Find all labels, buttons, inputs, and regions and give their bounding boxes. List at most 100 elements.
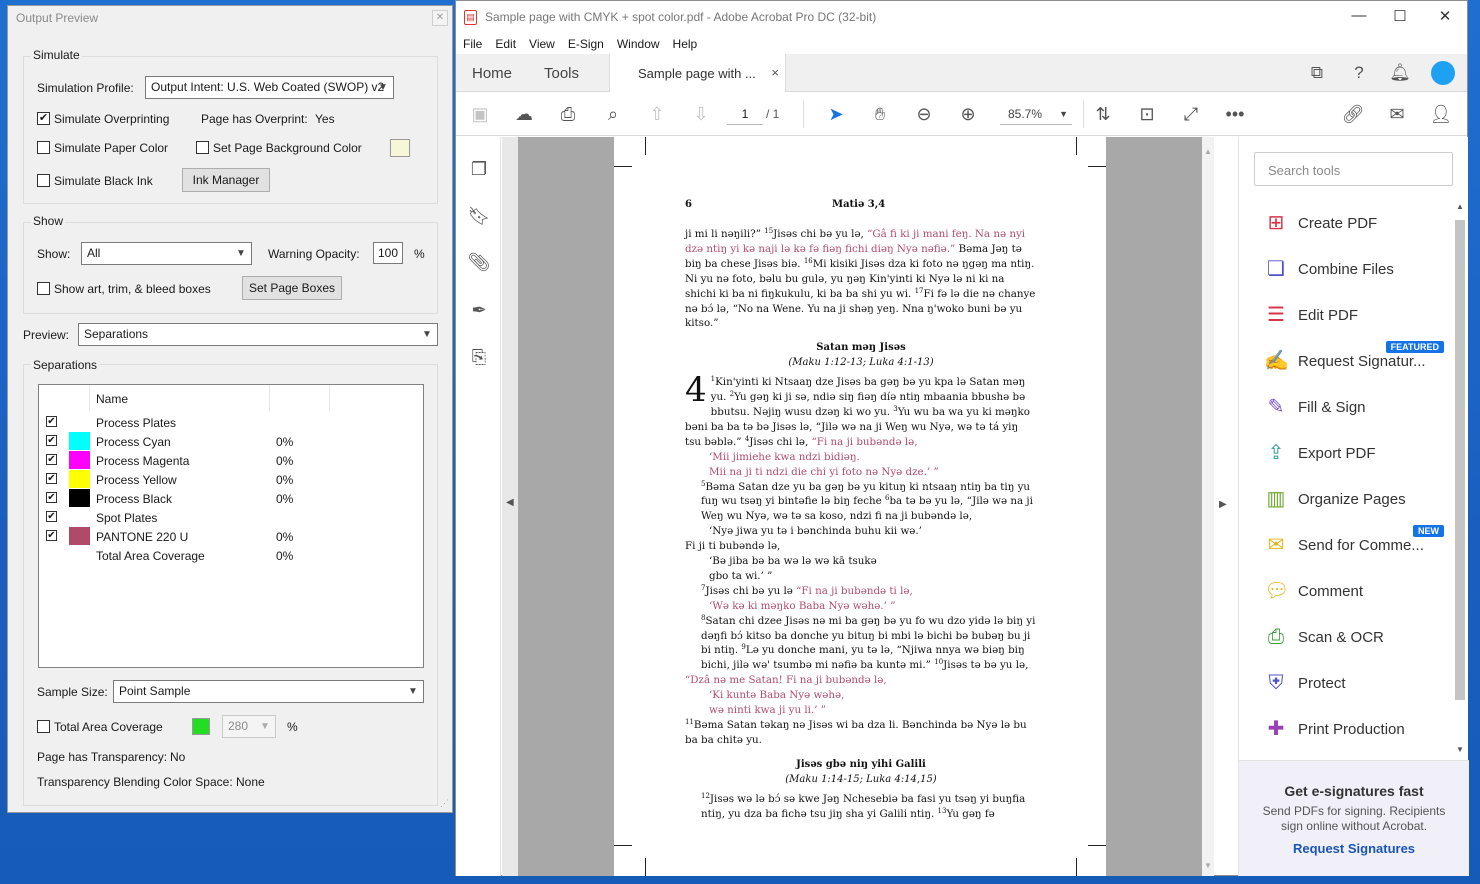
- scroll-down-icon[interactable]: ▼: [1456, 745, 1464, 754]
- tool-edit-pdf[interactable]: ☰ Edit PDF: [1254, 295, 1444, 335]
- bell-icon[interactable]: 🔔︎: [1389, 62, 1411, 84]
- menu-esign[interactable]: E-Sign: [568, 37, 604, 51]
- menu-view[interactable]: View: [529, 37, 555, 51]
- tool-export-pdf[interactable]: ⇪ Export PDF: [1254, 433, 1444, 473]
- save-icon[interactable]: ▣: [468, 103, 492, 125]
- tool-fill-sign[interactable]: ✎ Fill & Sign: [1254, 387, 1444, 427]
- close-tab-icon[interactable]: ×: [771, 65, 779, 80]
- separation-row[interactable]: Total Area Coverage 0%: [39, 546, 423, 565]
- page-scroll-icon[interactable]: ⇅: [1091, 103, 1115, 125]
- separation-row[interactable]: ✔ Process Cyan 0%: [39, 432, 423, 451]
- set-page-boxes-button[interactable]: Set Page Boxes: [242, 276, 342, 300]
- page-number-input[interactable]: 1: [727, 103, 763, 125]
- menu-window[interactable]: Window: [617, 37, 660, 51]
- page-up-icon[interactable]: ⇧: [645, 103, 669, 125]
- tool-request-signature[interactable]: ✍ Request Signatur... FEATURED: [1254, 341, 1444, 381]
- tool-combine-files[interactable]: ❏ Combine Files: [1254, 249, 1444, 289]
- minimize-icon[interactable]: —: [1349, 7, 1369, 24]
- tool-scan-ocr[interactable]: ⎙ Scan & OCR: [1254, 617, 1444, 657]
- tab-document[interactable]: Sample page with ... ×: [609, 54, 786, 92]
- menu-help[interactable]: Help: [673, 37, 698, 51]
- separation-checkbox[interactable]: ✔: [46, 473, 57, 484]
- search-tools-input[interactable]: Search tools: [1254, 152, 1453, 186]
- separation-checkbox[interactable]: ✔: [46, 530, 57, 541]
- layers-info-icon[interactable]: ⎘: [467, 345, 491, 369]
- collapse-right-icon[interactable]: ▶: [1219, 499, 1227, 510]
- fit-page-icon[interactable]: ⊡: [1135, 103, 1159, 125]
- attachment-icon[interactable]: 📎︎: [467, 250, 491, 274]
- set-page-background-color-checkbox[interactable]: [196, 141, 209, 154]
- help-icon[interactable]: ?: [1348, 62, 1370, 84]
- tools-scrollbar[interactable]: ▲ ▼: [1453, 200, 1467, 760]
- separation-row[interactable]: ✔ Spot Plates: [39, 508, 423, 527]
- simulate-paper-color-checkbox[interactable]: [37, 141, 50, 154]
- menu-edit[interactable]: Edit: [495, 37, 516, 51]
- separation-checkbox[interactable]: ✔: [46, 454, 57, 465]
- warning-opacity-input[interactable]: 100: [373, 242, 403, 264]
- scroll-up-icon[interactable]: ▲: [1456, 202, 1464, 211]
- close-icon[interactable]: ✕: [432, 10, 448, 26]
- show-select[interactable]: All ▼: [81, 242, 252, 265]
- email-icon[interactable]: ✉: [1385, 103, 1409, 125]
- request-signatures-link[interactable]: Request Signatures: [1239, 841, 1469, 856]
- zoom-out-icon[interactable]: ⊖: [912, 103, 936, 125]
- select-cursor-icon[interactable]: ➤: [824, 103, 848, 125]
- document-viewport[interactable]: ◀ 6 Matiə 3,4 ji mi li nəŋili?” 15Jisəs …: [502, 137, 1214, 876]
- tool-create-pdf[interactable]: ⊞ Create PDF: [1254, 203, 1444, 243]
- zoom-in-icon[interactable]: ⊕: [956, 103, 980, 125]
- show-boxes-checkbox[interactable]: [37, 282, 50, 295]
- menu-file[interactable]: File: [463, 37, 482, 51]
- page-thumbnails-icon[interactable]: ❐: [467, 157, 491, 181]
- sample-size-select[interactable]: Point Sample ▼: [113, 680, 424, 703]
- separation-row[interactable]: ✔ Process Plates: [39, 413, 423, 432]
- more-options-icon[interactable]: •••: [1223, 103, 1247, 125]
- separation-row[interactable]: ✔ Process Magenta 0%: [39, 451, 423, 470]
- full-screen-icon[interactable]: ⤢: [1179, 103, 1203, 125]
- share-screen-icon[interactable]: ⧉: [1306, 62, 1328, 84]
- separation-row[interactable]: ✔ PANTONE 220 U 0%: [39, 527, 423, 546]
- tab-home[interactable]: Home: [472, 65, 512, 82]
- upload-cloud-icon[interactable]: ☁: [512, 103, 536, 125]
- tool-protect[interactable]: ⛨ Protect: [1254, 663, 1444, 703]
- close-icon[interactable]: ✕: [1435, 7, 1455, 25]
- simulate-overprinting-checkbox[interactable]: ✔: [37, 112, 50, 125]
- collapse-left-icon[interactable]: ◀: [506, 497, 514, 508]
- tool-organize-pages[interactable]: ▥ Organize Pages: [1254, 479, 1444, 519]
- maximize-icon[interactable]: ☐: [1390, 7, 1410, 25]
- separation-checkbox[interactable]: ✔: [46, 511, 57, 522]
- ink-manager-button[interactable]: Ink Manager: [182, 168, 270, 192]
- print-icon[interactable]: ⎙: [556, 103, 580, 125]
- separation-checkbox[interactable]: ✔: [46, 492, 57, 503]
- document-scrollbar[interactable]: ▲ ▼: [1202, 137, 1214, 876]
- scroll-thumb[interactable]: [1455, 220, 1465, 700]
- page-down-icon[interactable]: ⇩: [689, 103, 713, 125]
- hand-tool-icon[interactable]: ✋︎: [868, 103, 892, 125]
- add-user-icon[interactable]: 👤︎: [1429, 103, 1453, 125]
- zoom-search-icon[interactable]: ⌕: [601, 103, 625, 125]
- paragraph: 7Jisəs chi bə yu lə “Fi na ji bubəndə ti…: [685, 584, 1037, 599]
- tool-send-for-comment[interactable]: ✉ Send for Comme... NEW: [1254, 525, 1444, 565]
- tool-print-production[interactable]: ✚ Print Production: [1254, 709, 1444, 749]
- resize-grip-icon[interactable]: ⋰: [440, 798, 449, 809]
- preview-select[interactable]: Separations ▼: [78, 323, 438, 346]
- separation-row[interactable]: ✔ Process Black 0%: [39, 489, 423, 508]
- coverage-value-select[interactable]: 280 ▼: [222, 715, 276, 738]
- tool-comment[interactable]: 💬︎ Comment: [1254, 571, 1444, 611]
- separation-checkbox[interactable]: ✔: [46, 435, 57, 446]
- tab-tools[interactable]: Tools: [544, 65, 579, 82]
- zoom-select[interactable]: 85.7% ▼: [1000, 103, 1072, 125]
- coverage-color-swatch[interactable]: [192, 718, 210, 735]
- share-link-icon[interactable]: 🔗︎: [1341, 103, 1365, 125]
- avatar[interactable]: [1431, 61, 1455, 85]
- total-area-coverage-checkbox[interactable]: [37, 720, 50, 733]
- separation-row[interactable]: ✔ Process Yellow 0%: [39, 470, 423, 489]
- simulation-profile-select[interactable]: Output Intent: U.S. Web Coated (SWOP) v2…: [145, 76, 394, 99]
- separation-checkbox[interactable]: ✔: [46, 416, 57, 427]
- scroll-up-icon[interactable]: ▲: [1204, 147, 1212, 156]
- simulate-black-ink-checkbox[interactable]: [37, 174, 50, 187]
- background-color-swatch[interactable]: [390, 139, 410, 157]
- signature-pen-icon[interactable]: ✒: [467, 298, 491, 322]
- scroll-down-icon[interactable]: ▼: [1204, 861, 1212, 870]
- bookmark-icon[interactable]: 🔖︎: [467, 204, 491, 228]
- separations-list[interactable]: Name ✔ Process Plates ✔ Process Cyan 0% ✔ Proc…: [38, 384, 424, 668]
